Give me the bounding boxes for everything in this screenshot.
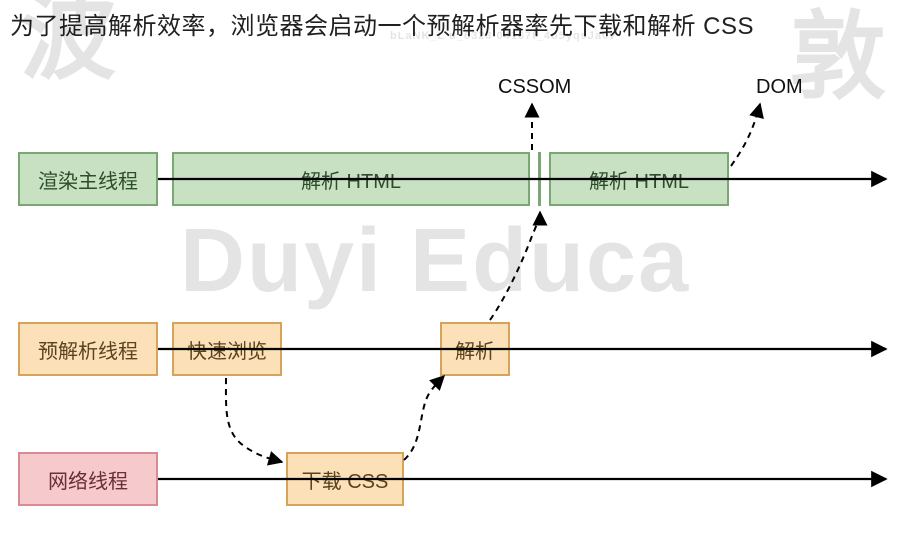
watermark-mid: Duyi Educa — [180, 210, 690, 313]
page-title: 为了提高解析效率，浏览器会启动一个预解析器率先下载和解析 CSS — [10, 6, 754, 41]
download-css-box: 下载 CSS — [286, 452, 404, 506]
preparse-thread-box: 预解析线程 — [18, 322, 158, 376]
render-thread-box: 渲染主线程 — [18, 152, 158, 206]
parse-html-1-box: 解析 HTML — [172, 152, 530, 206]
parse-box: 解析 — [440, 322, 510, 376]
dom-arrow — [731, 104, 760, 166]
dom-label: DOM — [756, 76, 803, 99]
parse-to-main-arrow — [490, 212, 540, 320]
parse-separator — [538, 152, 541, 206]
download-to-parse-arrow — [404, 376, 444, 460]
watermark-glyph-right: 敦 — [790, 10, 886, 106]
network-thread-box: 网络线程 — [18, 452, 158, 506]
parse-html-2-box: 解析 HTML — [549, 152, 729, 206]
scan-to-download-arrow — [226, 378, 282, 462]
cssom-label: CSSOM — [498, 76, 571, 99]
quick-scan-box: 快速浏览 — [172, 322, 282, 376]
